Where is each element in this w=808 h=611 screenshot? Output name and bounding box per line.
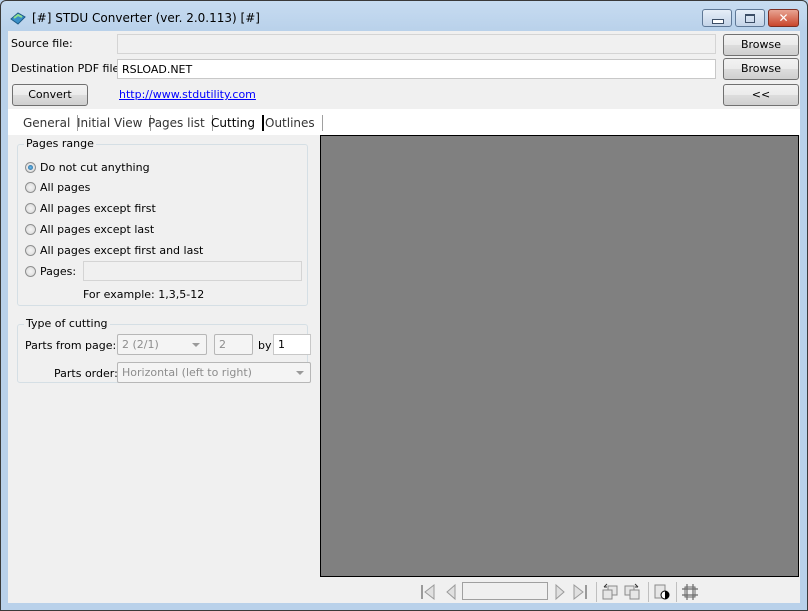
- tab-initial-view[interactable]: Initial View: [70, 115, 151, 131]
- type-of-cutting-group: Type of cutting Parts from page: 2 (2/1)…: [17, 317, 311, 383]
- destination-file-label: Destination PDF file:: [11, 62, 124, 75]
- advanced-button[interactable]: << Advanced: [723, 84, 799, 121]
- radio-do-not-cut[interactable]: Do not cut anything: [25, 161, 150, 175]
- next-page-icon[interactable]: [551, 583, 569, 601]
- last-page-icon[interactable]: [571, 583, 589, 601]
- pages-range-group: Pages range Do not cut anything All page…: [17, 137, 308, 306]
- convert-button[interactable]: Convert: [12, 84, 88, 106]
- select-value: Horizontal (left to right): [122, 366, 252, 379]
- minimize-button[interactable]: [702, 9, 732, 27]
- chevron-down-icon: [192, 343, 200, 347]
- source-file-label: Source file:: [11, 37, 73, 50]
- radio-all-except-first-last[interactable]: All pages except first and last: [25, 244, 203, 258]
- toolbar-separator: [596, 582, 597, 602]
- pages-range-title: Pages range: [24, 137, 96, 150]
- parts-order-select[interactable]: Horizontal (left to right): [117, 362, 311, 383]
- toolbar-separator: [648, 582, 649, 602]
- maximize-button[interactable]: [735, 9, 765, 27]
- radio-label: All pages: [40, 181, 91, 194]
- page-preview: [320, 135, 799, 577]
- rotate-right-icon[interactable]: [623, 583, 641, 601]
- first-page-icon[interactable]: [419, 583, 437, 601]
- parts-from-page-label: Parts from page:: [25, 339, 117, 352]
- window-title: [#] STDU Converter (ver. 2.0.113) [#]: [32, 11, 260, 25]
- radio-icon: [25, 203, 36, 214]
- parts-from-page-select[interactable]: 2 (2/1): [117, 334, 207, 355]
- tab-pages-list[interactable]: Pages list: [141, 115, 213, 131]
- website-link[interactable]: http://www.stdutility.com: [119, 88, 256, 101]
- title-bar[interactable]: [#] STDU Converter (ver. 2.0.113) [#] ✕: [1, 1, 807, 31]
- browse-source-button[interactable]: Browse: [723, 34, 799, 56]
- grid-icon[interactable]: [681, 583, 699, 601]
- pages-input[interactable]: [83, 261, 302, 281]
- radio-pages[interactable]: Pages:: [25, 265, 76, 279]
- radio-label: All pages except last: [40, 223, 155, 236]
- radio-icon: [25, 245, 36, 256]
- columns-input[interactable]: 2: [214, 334, 253, 355]
- radio-label: Do not cut anything: [40, 161, 150, 174]
- radio-icon: [25, 224, 36, 235]
- destination-file-input[interactable]: RSLOAD.NET: [117, 59, 716, 79]
- radio-all-except-last[interactable]: All pages except last: [25, 223, 154, 237]
- radio-label: All pages except first and last: [40, 244, 204, 257]
- tab-general[interactable]: General: [16, 115, 79, 131]
- pages-example-text: For example: 1,3,5-12: [83, 288, 205, 301]
- source-file-input[interactable]: [117, 34, 716, 54]
- radio-icon: [25, 266, 36, 277]
- radio-label: All pages except first: [40, 202, 156, 215]
- main-panel: Source file: Browse Destination PDF file…: [8, 31, 800, 603]
- chevron-down-icon: [296, 371, 304, 375]
- toolbar-separator: [676, 582, 677, 602]
- previous-page-icon[interactable]: [443, 583, 461, 601]
- tab-outlines[interactable]: Outlines: [258, 115, 323, 131]
- by-label: by: [258, 339, 272, 352]
- tab-bar: General Initial View Pages list Cutting …: [8, 109, 800, 135]
- radio-all-except-first[interactable]: All pages except first: [25, 202, 156, 216]
- radio-icon: [25, 162, 36, 173]
- browse-destination-button[interactable]: Browse: [723, 58, 799, 80]
- app-icon: [10, 12, 26, 25]
- close-icon: ✕: [778, 11, 789, 25]
- page-number-input[interactable]: [462, 582, 548, 600]
- select-value: 2 (2/1): [122, 338, 159, 351]
- preview-toolbar: [8, 578, 800, 603]
- parts-order-label: Parts order:: [54, 367, 118, 380]
- radio-icon: [25, 182, 36, 193]
- rows-input[interactable]: 1: [273, 334, 311, 355]
- page-contrast-icon[interactable]: [653, 583, 671, 601]
- close-button[interactable]: ✕: [768, 9, 799, 27]
- rotate-left-icon[interactable]: [601, 583, 619, 601]
- type-of-cutting-title: Type of cutting: [24, 317, 110, 330]
- radio-label: Pages:: [40, 265, 77, 278]
- radio-all-pages[interactable]: All pages: [25, 181, 90, 195]
- tab-cutting[interactable]: Cutting: [204, 115, 264, 131]
- app-window: [#] STDU Converter (ver. 2.0.113) [#] ✕ …: [0, 0, 808, 611]
